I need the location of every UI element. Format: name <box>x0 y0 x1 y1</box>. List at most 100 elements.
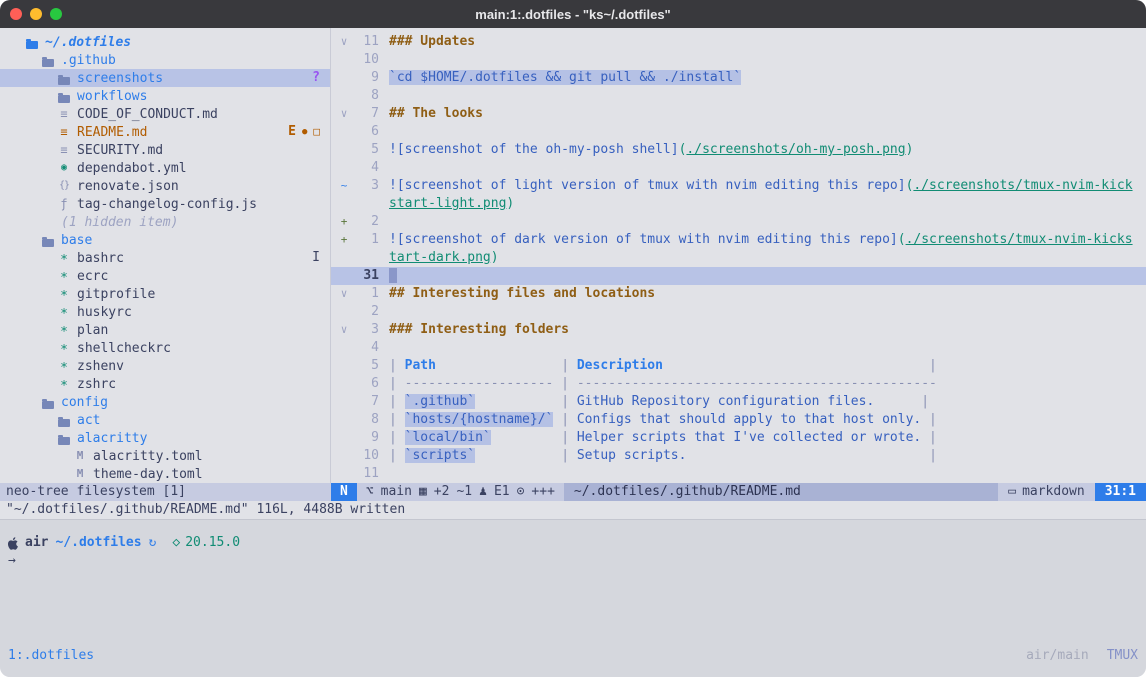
editor-line[interactable]: +2 <box>331 213 1146 231</box>
prompt-arrow: → <box>8 552 1138 570</box>
tree-item-bashrc[interactable]: ∗ bashrc I <box>0 249 330 267</box>
syntax-fg: Setup scripts. <box>577 448 687 463</box>
editor-line[interactable]: ∨1## Interesting files and locations <box>331 285 1146 303</box>
tree-item-readme-md[interactable]: ≡README.mdE●□ <box>0 123 330 141</box>
fullscreen-button[interactable] <box>50 8 62 20</box>
editor-line[interactable]: 31 <box>331 267 1146 285</box>
line-number: 1 <box>351 285 379 303</box>
editor-line[interactable]: ∨11### Updates <box>331 33 1146 51</box>
editor-line[interactable]: ~3![screenshot of light version of tmux … <box>331 177 1146 213</box>
syntax-pipe: | <box>436 358 577 373</box>
filetype-segment: ▭ markdown <box>998 483 1094 501</box>
line-text: ### Interesting folders <box>389 321 569 339</box>
diagnostics-icon: ♟ <box>479 483 487 501</box>
line-text: | `local/bin` | Helper scripts that I've… <box>389 429 937 447</box>
tree-item-workflows[interactable]: workflows <box>0 87 330 105</box>
syntax-h: ### Interesting folders <box>389 322 569 337</box>
tree-item-code-of-conduct-md[interactable]: ≡CODE_OF_CONDUCT.md <box>0 105 330 123</box>
editor-line[interactable]: ∨3### Interesting folders <box>331 321 1146 339</box>
mode-indicator: N <box>331 483 357 501</box>
tree-item-plan[interactable]: ∗plan <box>0 321 330 339</box>
tree-item-label: renovate.json <box>77 179 179 194</box>
line-number: 8 <box>351 411 379 429</box>
tree-item-ecrc[interactable]: ∗ecrc <box>0 267 330 285</box>
tree-item-theme-day-toml[interactable]: Mtheme-day.toml <box>0 465 330 483</box>
syntax-pipe: | <box>389 430 405 445</box>
editor-line[interactable]: 6| ------------------- | ---------------… <box>331 375 1146 393</box>
gutter-sign: ∨ <box>337 285 351 303</box>
node-version: 20.15.0 <box>185 535 240 550</box>
tree-item-zshrc[interactable]: ∗zshrc <box>0 375 330 393</box>
tree-item-shellcheckrc[interactable]: ∗shellcheckrc <box>0 339 330 357</box>
editor-line[interactable]: 5| Path | Description | <box>331 357 1146 375</box>
shell-pane[interactable]: air ~/.dotfiles ↻ ◇20.15.0 → 1:.dotfiles… <box>0 519 1146 677</box>
line-number: 6 <box>351 375 379 393</box>
tree-item-alacritty-toml[interactable]: Malacritty.toml <box>0 447 330 465</box>
editor-line[interactable]: 8 <box>331 87 1146 105</box>
tree-item-security-md[interactable]: ≡SECURITY.md <box>0 141 330 159</box>
tree-item-renovate-json[interactable]: {}renovate.json <box>0 177 330 195</box>
editor-line[interactable]: 10 <box>331 51 1146 69</box>
tree-item-label: ecrc <box>77 269 108 284</box>
line-number: 8 <box>351 87 379 105</box>
syntax-pipe: | <box>874 394 929 409</box>
tree-item-label: SECURITY.md <box>77 143 163 158</box>
syntax-fg: ![screenshot of the oh-my-posh shell] <box>389 142 679 157</box>
tree-item-label: alacritty <box>77 431 147 446</box>
editor-line[interactable]: 11 <box>331 465 1146 483</box>
line-number: 3 <box>351 177 379 213</box>
tree-item-badges: I <box>312 249 330 267</box>
neotree-panel[interactable]: ~/.dotfiles.githubscreenshots?workflows≡… <box>0 28 331 483</box>
editor-line[interactable]: 7| `.github` | GitHub Repository configu… <box>331 393 1146 411</box>
tree-item-label: screenshots <box>77 71 163 86</box>
tree-item-alacritty[interactable]: alacritty <box>0 429 330 447</box>
tree-item-screenshots[interactable]: screenshots? <box>0 69 330 87</box>
syntax-pipe: | <box>475 394 577 409</box>
tree-item-zshenv[interactable]: ∗zshenv <box>0 357 330 375</box>
line-text: ![screenshot of the oh-my-posh shell](./… <box>389 141 913 159</box>
diff-extra: +++ <box>531 483 554 501</box>
editor-line[interactable]: 6 <box>331 123 1146 141</box>
syntax-lk: ) <box>506 196 514 211</box>
editor-line[interactable]: ∨7## The looks <box>331 105 1146 123</box>
tree-item-config[interactable]: config <box>0 393 330 411</box>
syntax-fg: Configs that should apply to that host o… <box>577 412 921 427</box>
editor-line[interactable]: +1![screenshot of dark version of tmux w… <box>331 231 1146 267</box>
editor-line[interactable]: 4 <box>331 339 1146 357</box>
minimize-button[interactable] <box>30 8 42 20</box>
folder-icon <box>56 72 72 85</box>
editor-line[interactable]: 9`cd $HOME/.dotfiles && git pull && ./in… <box>331 69 1146 87</box>
tmux-window-label[interactable]: 1:.dotfiles <box>8 647 94 665</box>
tree-badge-mark: I <box>312 249 320 267</box>
titlebar: main:1:.dotfiles - "ks~/.dotfiles" <box>0 0 1146 28</box>
gutter-sign: + <box>337 231 351 267</box>
tree-item-1-hidden-item[interactable]: (1 hidden item) <box>0 213 330 231</box>
editor-line[interactable]: 2 <box>331 303 1146 321</box>
line-number: 9 <box>351 69 379 87</box>
close-button[interactable] <box>10 8 22 20</box>
editor-line[interactable]: 9| `local/bin` | Helper scripts that I'v… <box>331 429 1146 447</box>
tree-item-github[interactable]: .github <box>0 51 330 69</box>
editor-panel[interactable]: ∨11### Updates 10 9`cd $HOME/.dotfiles &… <box>331 28 1146 483</box>
syntax-lk: ) <box>491 250 499 265</box>
editor-line[interactable]: 8| `hosts/{hostname}/` | Configs that sh… <box>331 411 1146 429</box>
window-title: main:1:.dotfiles - "ks~/.dotfiles" <box>475 7 670 22</box>
tree-item-gitprofile[interactable]: ∗gitprofile <box>0 285 330 303</box>
tree-item-label: bashrc <box>77 251 124 266</box>
folder-open-icon <box>24 36 40 49</box>
editor-line[interactable]: 5![screenshot of the oh-my-posh shell](.… <box>331 141 1146 159</box>
tree-item-dotfiles[interactable]: ~/.dotfiles <box>0 33 330 51</box>
neotree-statusline: neo-tree filesystem [1] <box>0 483 331 501</box>
line-text: ### Updates <box>389 33 475 51</box>
tree-item-tag-changelog-config-js[interactable]: ƒtag-changelog-config.js <box>0 195 330 213</box>
line-number: 7 <box>351 393 379 411</box>
editor-line[interactable]: 4 <box>331 159 1146 177</box>
tree-item-base[interactable]: base <box>0 231 330 249</box>
tree-badge-e: E <box>288 123 296 141</box>
syntax-lku: ./screenshots/oh-my-posh.png <box>686 142 905 157</box>
tree-item-huskyrc[interactable]: ∗huskyrc <box>0 303 330 321</box>
editor-line[interactable]: 10| `scripts` | Setup scripts. | <box>331 447 1146 465</box>
tree-item-dependabot-yml[interactable]: ◉dependabot.yml <box>0 159 330 177</box>
tree-item-act[interactable]: act <box>0 411 330 429</box>
star-icon: ∗ <box>56 249 72 267</box>
